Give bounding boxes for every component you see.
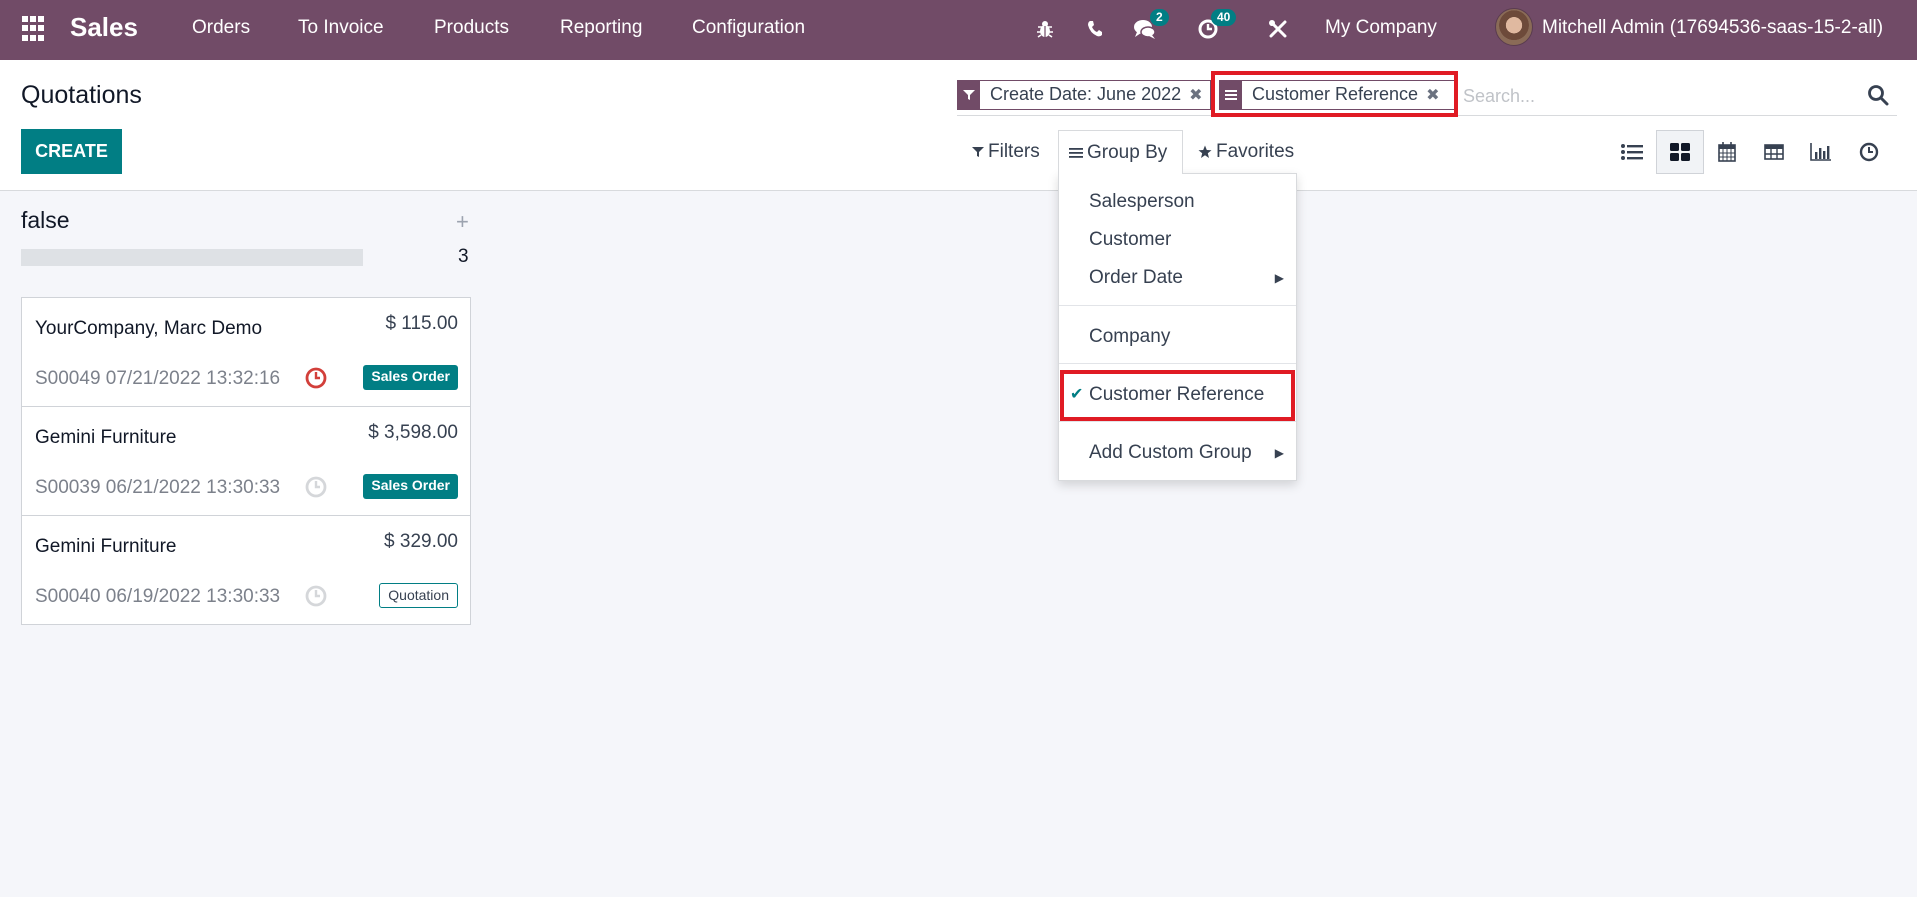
- divider: [1059, 421, 1296, 422]
- add-record-icon[interactable]: +: [456, 209, 469, 235]
- status-badge: Quotation: [379, 583, 458, 608]
- messages-count-badge: 2: [1150, 9, 1169, 26]
- filter-icon: [972, 146, 984, 157]
- facet-label: Customer Reference: [1252, 84, 1419, 104]
- menu-reporting[interactable]: Reporting: [560, 17, 642, 39]
- menu-item-label: Order Date: [1089, 267, 1183, 288]
- group-by-dropdown: Salesperson Customer Order Date ▶ Company…: [1058, 173, 1297, 481]
- column-count: 3: [458, 246, 469, 267]
- search-bar: Create Date: June 2022 ✖ Customer Refere…: [957, 78, 1897, 116]
- menu-item-label: Add Custom Group: [1089, 442, 1252, 463]
- search-input[interactable]: [1463, 82, 1863, 110]
- top-navbar: Sales Orders To Invoice Products Reporti…: [0, 0, 1917, 60]
- kanban-card[interactable]: Gemini Furniture $ 3,598.00 S00039 06/21…: [21, 406, 471, 516]
- favorites-label: Favorites: [1216, 140, 1295, 162]
- card-reference: S00039 06/21/2022 13:30:33: [35, 477, 281, 498]
- column-progress-bar[interactable]: [21, 249, 363, 266]
- activities-count-badge: 40: [1211, 9, 1237, 26]
- facet-label: Create Date: June 2022: [990, 84, 1182, 104]
- kanban-view-button[interactable]: [1656, 130, 1704, 174]
- checkmark-icon: ✔: [1070, 386, 1084, 403]
- search-icon[interactable]: [1867, 84, 1889, 106]
- filter-icon: [958, 81, 980, 109]
- card-reference: S00040 06/19/2022 13:30:33: [35, 586, 281, 607]
- bug-icon[interactable]: [1030, 14, 1060, 44]
- divider: [1059, 363, 1296, 364]
- kanban-icon: [1670, 143, 1690, 161]
- divider: [1059, 305, 1296, 306]
- menu-item-label: Customer: [1089, 229, 1172, 250]
- remove-facet-icon[interactable]: ✖: [1189, 81, 1208, 109]
- app-name[interactable]: Sales: [70, 12, 138, 43]
- activity-clock-icon[interactable]: [304, 584, 328, 608]
- group-by-customer-reference[interactable]: ✔ Customer Reference: [1059, 377, 1296, 413]
- user-menu[interactable]: Mitchell Admin (17694536-saas-15-2-all): [1542, 17, 1883, 39]
- card-customer: Gemini Furniture: [35, 536, 177, 557]
- app-menu-icon[interactable]: [22, 16, 48, 42]
- card-amount: $ 329.00: [384, 531, 458, 552]
- group-by-icon: [1220, 81, 1242, 109]
- activity-view-button[interactable]: [1845, 130, 1893, 174]
- facet-create-date: Create Date: June 2022 ✖: [957, 80, 1211, 110]
- caret-right-icon: ▶: [1274, 271, 1284, 285]
- list-icon: [1621, 144, 1643, 160]
- group-by-company[interactable]: Company: [1059, 319, 1296, 355]
- card-amount: $ 3,598.00: [368, 422, 458, 443]
- menu-item-label: Salesperson: [1089, 191, 1195, 212]
- group-by-label: Group By: [1087, 141, 1168, 163]
- status-badge: Sales Order: [363, 365, 458, 390]
- card-customer: YourCompany, Marc Demo: [35, 318, 263, 339]
- menu-item-label: Customer Reference: [1089, 384, 1265, 405]
- control-panel: Quotations CREATE Create Date: June 2022…: [0, 60, 1917, 191]
- add-custom-group[interactable]: Add Custom Group ▶: [1059, 435, 1296, 471]
- user-avatar[interactable]: [1495, 8, 1533, 46]
- calendar-view-button[interactable]: [1703, 130, 1751, 174]
- star-icon: [1198, 145, 1212, 158]
- group-by-order-date[interactable]: Order Date ▶: [1059, 260, 1296, 296]
- kanban-card[interactable]: YourCompany, Marc Demo $ 115.00 S00049 0…: [21, 297, 471, 407]
- column-title: false: [21, 207, 70, 233]
- activity-overdue-icon[interactable]: [304, 366, 328, 390]
- activity-clock-icon[interactable]: [304, 475, 328, 499]
- menu-to-invoice[interactable]: To Invoice: [298, 17, 384, 39]
- list-view-button[interactable]: [1608, 130, 1656, 174]
- pivot-view-button[interactable]: [1750, 130, 1798, 174]
- caret-right-icon: ▶: [1274, 446, 1284, 460]
- graph-view-button[interactable]: [1797, 130, 1845, 174]
- card-reference: S00049 07/21/2022 13:32:16: [35, 368, 281, 389]
- pivot-icon: [1764, 144, 1784, 160]
- page-title: Quotations: [21, 81, 142, 109]
- menu-item-label: Company: [1089, 326, 1171, 347]
- card-customer: Gemini Furniture: [35, 427, 177, 448]
- group-by-customer[interactable]: Customer: [1059, 222, 1296, 258]
- facet-customer-reference: Customer Reference ✖: [1219, 80, 1457, 110]
- kanban-card[interactable]: Gemini Furniture $ 329.00 S00040 06/19/2…: [21, 515, 471, 625]
- tools-icon[interactable]: [1263, 14, 1293, 44]
- phone-icon[interactable]: [1080, 14, 1110, 44]
- create-button[interactable]: CREATE: [21, 129, 122, 174]
- company-switcher[interactable]: My Company: [1325, 17, 1437, 39]
- clock-icon: [1859, 142, 1879, 162]
- card-amount: $ 115.00: [385, 313, 458, 334]
- favorites-button[interactable]: Favorites: [1188, 130, 1304, 173]
- menu-orders[interactable]: Orders: [192, 17, 250, 39]
- group-by-icon: [1069, 147, 1083, 158]
- graph-icon: [1810, 143, 1831, 161]
- group-by-button[interactable]: Group By: [1058, 130, 1183, 174]
- menu-products[interactable]: Products: [434, 17, 509, 39]
- menu-configuration[interactable]: Configuration: [692, 17, 805, 39]
- filters-label: Filters: [988, 140, 1040, 162]
- status-badge: Sales Order: [363, 474, 458, 499]
- remove-facet-icon[interactable]: ✖: [1426, 81, 1445, 109]
- group-by-salesperson[interactable]: Salesperson: [1059, 184, 1296, 220]
- filters-button[interactable]: Filters: [962, 130, 1050, 173]
- calendar-icon: [1718, 142, 1736, 162]
